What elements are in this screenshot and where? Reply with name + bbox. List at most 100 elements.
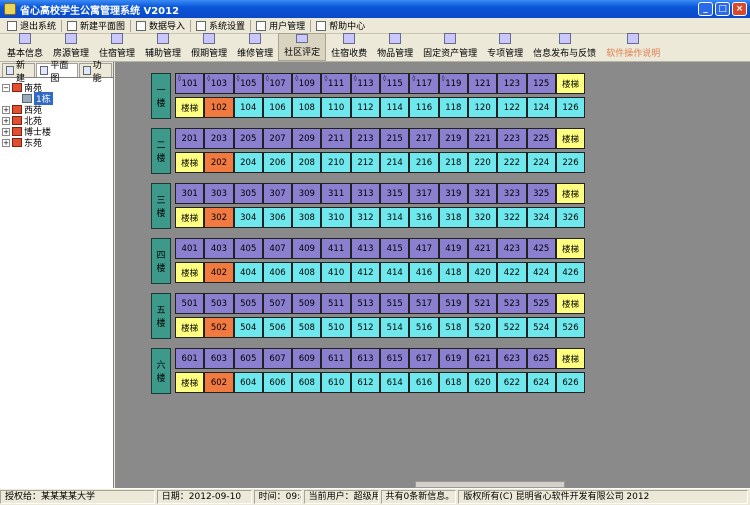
room-cell[interactable]: 406: [262, 262, 293, 283]
room-cell[interactable]: 111 ◊: [321, 73, 351, 94]
room-cell[interactable]: 101 ◊: [175, 73, 205, 94]
sidebar-tab-0[interactable]: 新建: [2, 61, 36, 84]
room-cell[interactable]: 412: [350, 262, 381, 283]
room-cell[interactable]: 126: [555, 97, 586, 118]
room-cell[interactable]: 401: [175, 238, 205, 259]
room-cell[interactable]: 617: [409, 348, 439, 369]
room-cell[interactable]: 205: [233, 128, 263, 149]
stairwell[interactable]: 楼梯: [175, 97, 205, 118]
stairwell[interactable]: 楼梯: [555, 238, 586, 259]
room-cell[interactable]: 222: [497, 152, 527, 173]
room-cell[interactable]: 510: [321, 317, 351, 338]
expand-icon[interactable]: +: [2, 105, 10, 114]
room-cell[interactable]: 114: [380, 97, 410, 118]
room-cell[interactable]: 216: [409, 152, 439, 173]
room-cell[interactable]: 223: [497, 128, 527, 149]
room-cell[interactable]: 213: [350, 128, 381, 149]
room-cell[interactable]: 411: [321, 238, 351, 259]
room-cell[interactable]: 422: [497, 262, 527, 283]
sidebar-tab-2[interactable]: 功能: [78, 61, 112, 84]
room-cell[interactable]: 504: [233, 317, 263, 338]
room-cell[interactable]: 203: [204, 128, 234, 149]
room-cell[interactable]: 322: [497, 207, 527, 228]
room-cell[interactable]: 116: [409, 97, 439, 118]
room-cell[interactable]: 325: [526, 183, 556, 204]
room-cell[interactable]: 424: [526, 262, 556, 283]
room-cell[interactable]: 526: [555, 317, 586, 338]
room-cell[interactable]: 321: [467, 183, 498, 204]
room-cell[interactable]: 201: [175, 128, 205, 149]
toolbar-auxiliary-button[interactable]: 辅助管理: [140, 33, 186, 61]
room-cell[interactable]: 102: [204, 97, 234, 118]
room-cell[interactable]: 112: [350, 97, 381, 118]
sidebar-tab-1[interactable]: 平面图: [36, 61, 78, 84]
room-cell[interactable]: 421: [467, 238, 498, 259]
expand-icon[interactable]: +: [2, 138, 10, 147]
expand-icon[interactable]: +: [2, 127, 10, 136]
room-cell[interactable]: 304: [233, 207, 263, 228]
room-cell[interactable]: 513: [350, 293, 381, 314]
room-cell[interactable]: 319: [438, 183, 468, 204]
room-cell[interactable]: 613: [350, 348, 381, 369]
tree-node[interactable]: + 东苑: [2, 137, 111, 149]
room-cell[interactable]: 324: [526, 207, 556, 228]
room-cell[interactable]: 625: [526, 348, 556, 369]
toolbar-fees-button[interactable]: 住宿收费: [326, 33, 372, 61]
menu-import[interactable]: 数据导入: [131, 19, 190, 33]
room-cell[interactable]: 210: [321, 152, 351, 173]
room-cell[interactable]: 301: [175, 183, 205, 204]
room-cell[interactable]: 107 ◊: [262, 73, 293, 94]
room-cell[interactable]: 602: [204, 372, 234, 393]
tree-node[interactable]: + 西苑: [2, 104, 111, 116]
room-cell[interactable]: 309: [292, 183, 322, 204]
room-cell[interactable]: 311: [321, 183, 351, 204]
room-cell[interactable]: 303: [204, 183, 234, 204]
room-cell[interactable]: 408: [292, 262, 322, 283]
room-cell[interactable]: 215: [380, 128, 410, 149]
room-cell[interactable]: 509: [292, 293, 322, 314]
room-cell[interactable]: 503: [204, 293, 234, 314]
tree-node[interactable]: + 北苑: [2, 115, 111, 127]
room-cell[interactable]: 214: [380, 152, 410, 173]
room-cell[interactable]: 314: [380, 207, 410, 228]
toolbar-manual-button[interactable]: 软件操作说明: [601, 33, 665, 61]
room-cell[interactable]: 620: [467, 372, 498, 393]
room-cell[interactable]: 525: [526, 293, 556, 314]
room-cell[interactable]: 106: [262, 97, 293, 118]
expand-icon[interactable]: +: [2, 116, 10, 125]
toolbar-assets-button[interactable]: 固定资产管理: [418, 33, 482, 61]
room-cell[interactable]: 323: [497, 183, 527, 204]
room-cell[interactable]: 103 ◊: [204, 73, 234, 94]
room-cell[interactable]: 414: [380, 262, 410, 283]
tree-child-node[interactable]: 1栋: [2, 92, 111, 105]
room-cell[interactable]: 409: [292, 238, 322, 259]
room-cell[interactable]: 308: [292, 207, 322, 228]
room-cell[interactable]: 615: [380, 348, 410, 369]
room-cell[interactable]: 623: [497, 348, 527, 369]
room-cell[interactable]: 219: [438, 128, 468, 149]
stairwell[interactable]: 楼梯: [175, 152, 205, 173]
room-cell[interactable]: 611: [321, 348, 351, 369]
stairwell[interactable]: 楼梯: [175, 372, 205, 393]
minimize-button[interactable]: _: [698, 2, 713, 16]
stairwell[interactable]: 楼梯: [175, 207, 205, 228]
room-cell[interactable]: 123: [497, 73, 527, 94]
room-cell[interactable]: 202: [204, 152, 234, 173]
room-cell[interactable]: 616: [409, 372, 439, 393]
room-cell[interactable]: 426: [555, 262, 586, 283]
room-cell[interactable]: 206: [262, 152, 293, 173]
room-cell[interactable]: 211: [321, 128, 351, 149]
room-cell[interactable]: 523: [497, 293, 527, 314]
stairwell[interactable]: 楼梯: [555, 183, 586, 204]
room-cell[interactable]: 122: [497, 97, 527, 118]
room-cell[interactable]: 415: [380, 238, 410, 259]
room-cell[interactable]: 306: [262, 207, 293, 228]
room-cell[interactable]: 416: [409, 262, 439, 283]
room-cell[interactable]: 609: [292, 348, 322, 369]
room-cell[interactable]: 506: [262, 317, 293, 338]
room-cell[interactable]: 605: [233, 348, 263, 369]
room-cell[interactable]: 117 ◊: [409, 73, 439, 94]
room-cell[interactable]: 604: [233, 372, 263, 393]
toolbar-holiday-button[interactable]: 假期管理: [186, 33, 232, 61]
room-cell[interactable]: 417: [409, 238, 439, 259]
